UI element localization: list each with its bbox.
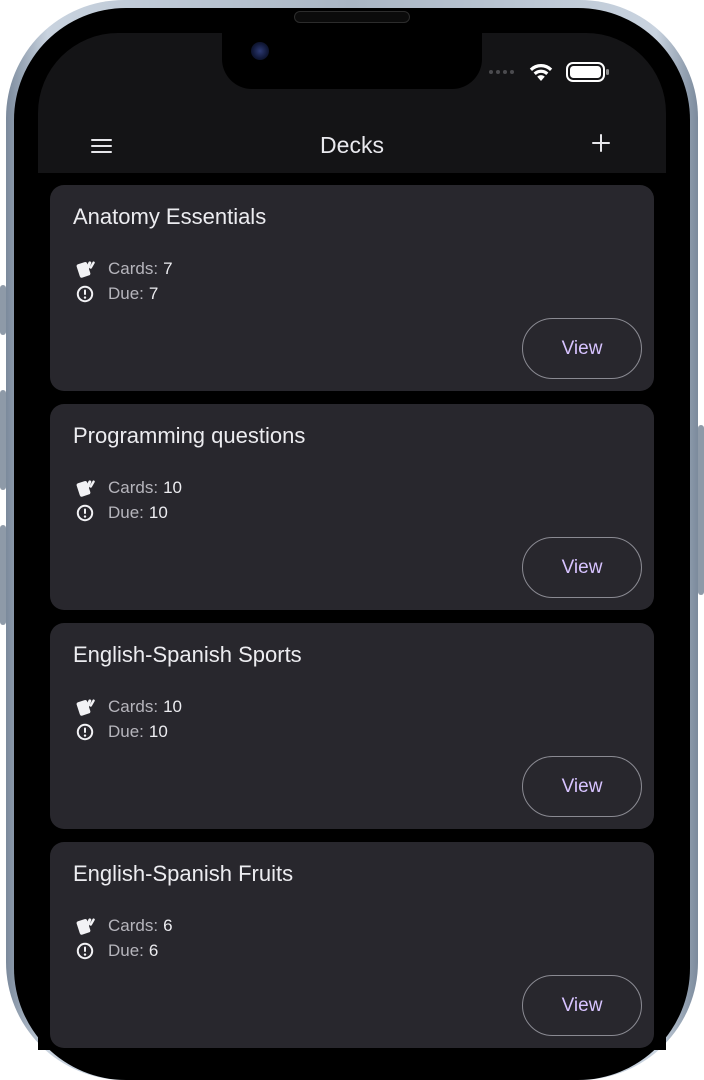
cards-value: 6 bbox=[163, 916, 173, 935]
due-value: 6 bbox=[148, 941, 159, 960]
page-title: Decks bbox=[320, 132, 384, 158]
app-bar: Decks bbox=[38, 118, 666, 173]
view-deck-button[interactable]: View bbox=[522, 975, 642, 1036]
card-count-row: Cards: 7 bbox=[75, 259, 173, 279]
battery-icon bbox=[566, 62, 609, 82]
deck-card[interactable]: English-Spanish Fruits Cards: 6 Due: 6 Vie… bbox=[50, 842, 654, 1048]
card-count-row: Cards: 10 bbox=[75, 697, 182, 717]
card-count-row: Cards: 10 bbox=[75, 478, 182, 498]
cards-icon bbox=[75, 697, 95, 717]
due-value: 10 bbox=[148, 503, 168, 522]
add-deck-button[interactable] bbox=[586, 128, 616, 158]
cards-value: 10 bbox=[163, 697, 182, 716]
due-count-row: Due: 10 bbox=[75, 722, 168, 742]
cards-icon bbox=[75, 478, 95, 498]
view-deck-button[interactable]: View bbox=[522, 537, 642, 598]
volume-up-button bbox=[0, 390, 6, 490]
due-label: Due: bbox=[108, 503, 144, 522]
due-count-row: Due: 7 bbox=[75, 284, 158, 304]
view-deck-button[interactable]: View bbox=[522, 756, 642, 817]
view-deck-button[interactable]: View bbox=[522, 318, 642, 379]
volume-down-button bbox=[0, 525, 6, 625]
alert-circle-icon bbox=[75, 284, 95, 304]
due-label: Due: bbox=[108, 284, 144, 303]
deck-card[interactable]: English-Spanish Sports Cards: 10 Due: 10 V… bbox=[50, 623, 654, 829]
front-camera bbox=[251, 42, 269, 60]
deck-list: Anatomy Essentials Cards: 7 Due: 7 View Pr… bbox=[50, 185, 654, 1050]
due-label: Due: bbox=[108, 722, 144, 741]
cards-icon bbox=[75, 259, 95, 279]
deck-title: Anatomy Essentials bbox=[73, 204, 267, 229]
cards-label: Cards: bbox=[108, 697, 159, 716]
deck-card[interactable]: Anatomy Essentials Cards: 7 Due: 7 View bbox=[50, 185, 654, 391]
due-value: 7 bbox=[148, 284, 159, 303]
speaker-grille bbox=[294, 11, 410, 23]
cards-value: 7 bbox=[163, 259, 173, 278]
cards-value: 10 bbox=[163, 478, 182, 497]
wifi-icon bbox=[529, 63, 553, 81]
cards-label: Cards: bbox=[108, 916, 159, 935]
action-button bbox=[0, 285, 6, 335]
alert-circle-icon bbox=[75, 722, 95, 742]
app-screen: Decks Anatomy Essentials Cards: 7 Due: 7 V… bbox=[38, 33, 666, 1050]
cards-icon bbox=[75, 916, 95, 936]
deck-title: Programming questions bbox=[73, 423, 306, 448]
due-count-row: Due: 10 bbox=[75, 503, 168, 523]
cards-label: Cards: bbox=[108, 259, 159, 278]
signal-dots-icon bbox=[489, 70, 514, 74]
alert-circle-icon bbox=[75, 503, 95, 523]
card-count-row: Cards: 6 bbox=[75, 916, 173, 936]
deck-title: English-Spanish Sports bbox=[73, 642, 302, 667]
status-icons bbox=[489, 61, 610, 83]
deck-title: English-Spanish Fruits bbox=[73, 861, 294, 886]
due-value: 10 bbox=[148, 722, 168, 741]
alert-circle-icon bbox=[75, 941, 95, 961]
due-count-row: Due: 6 bbox=[75, 941, 158, 961]
power-button bbox=[698, 425, 704, 595]
due-label: Due: bbox=[108, 941, 144, 960]
deck-card[interactable]: Programming questions Cards: 10 Due: 10 Vi… bbox=[50, 404, 654, 610]
cards-label: Cards: bbox=[108, 478, 159, 497]
